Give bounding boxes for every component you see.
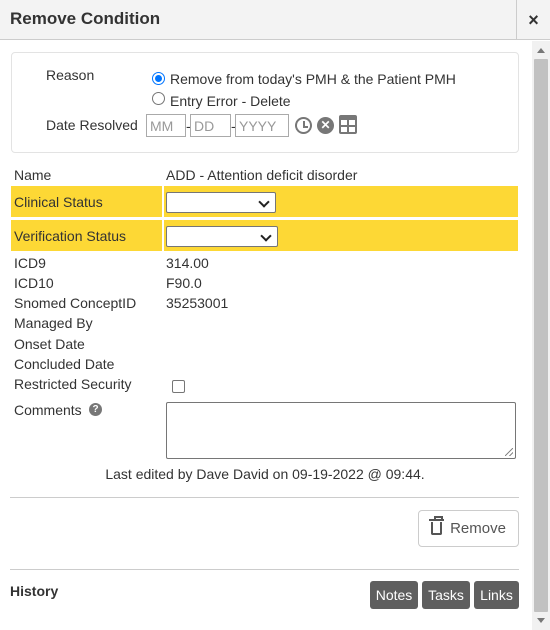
- divider: [10, 497, 519, 498]
- tasks-button[interactable]: Tasks: [422, 581, 470, 609]
- reason-label: Reason: [46, 67, 95, 83]
- clock-icon[interactable]: [295, 117, 312, 134]
- reason-radio-remove[interactable]: [152, 72, 165, 85]
- date-resolved-year-input[interactable]: [235, 114, 289, 137]
- reason-radio-entry-error[interactable]: [152, 92, 165, 105]
- onset-date-label: Onset Date: [14, 336, 85, 352]
- reason-option-entry-error-label[interactable]: Entry Error - Delete: [170, 93, 291, 109]
- date-resolved-label: Date Resolved: [46, 117, 138, 133]
- comments-label: Comments: [14, 402, 82, 418]
- scroll-down-arrow-icon[interactable]: [532, 615, 550, 627]
- scroll-thumb[interactable]: [534, 59, 548, 612]
- managed-by-label: Managed By: [14, 315, 93, 331]
- clear-icon[interactable]: ✕: [317, 117, 334, 134]
- icd10-value: F90.0: [166, 275, 202, 291]
- date-resolved-month-input[interactable]: [146, 114, 186, 137]
- remove-button-label: Remove: [450, 520, 506, 537]
- calendar-icon[interactable]: [339, 115, 357, 134]
- links-button[interactable]: Links: [474, 581, 519, 609]
- snomed-label: Snomed ConceptID: [14, 295, 137, 311]
- close-icon[interactable]: ×: [516, 0, 550, 40]
- vertical-scrollbar[interactable]: [532, 41, 550, 630]
- clinical-status-select[interactable]: [166, 192, 276, 213]
- comments-textarea[interactable]: [166, 402, 516, 459]
- restricted-security-checkbox[interactable]: [172, 380, 185, 393]
- trash-icon: [429, 516, 445, 535]
- snomed-value: 35253001: [166, 295, 229, 311]
- name-label: Name: [14, 167, 52, 183]
- restricted-security-label: Restricted Security: [14, 376, 132, 392]
- icd10-label: ICD10: [14, 275, 54, 291]
- last-edited-text: Last edited by Dave David on 09-19-2022 …: [105, 466, 425, 482]
- date-resolved-day-input[interactable]: [190, 114, 231, 137]
- verification-status-label: Verification Status: [14, 228, 127, 244]
- verification-status-select[interactable]: [166, 226, 278, 247]
- dialog-titlebar: Remove Condition ×: [0, 0, 550, 40]
- remove-button[interactable]: Remove: [418, 510, 519, 547]
- icd9-label: ICD9: [14, 255, 46, 271]
- name-value: ADD - Attention deficit disorder: [166, 167, 358, 183]
- reason-option-remove-label[interactable]: Remove from today's PMH & the Patient PM…: [170, 71, 456, 87]
- history-label: History: [10, 583, 59, 599]
- clinical-status-label: Clinical Status: [14, 194, 103, 210]
- help-icon[interactable]: ?: [89, 403, 102, 416]
- concluded-date-label: Concluded Date: [14, 356, 115, 372]
- notes-button[interactable]: Notes: [370, 581, 418, 609]
- icd9-value: 314.00: [166, 255, 209, 271]
- divider: [10, 569, 519, 570]
- dialog-title: Remove Condition: [10, 9, 161, 28]
- scroll-up-arrow-icon[interactable]: [532, 45, 550, 57]
